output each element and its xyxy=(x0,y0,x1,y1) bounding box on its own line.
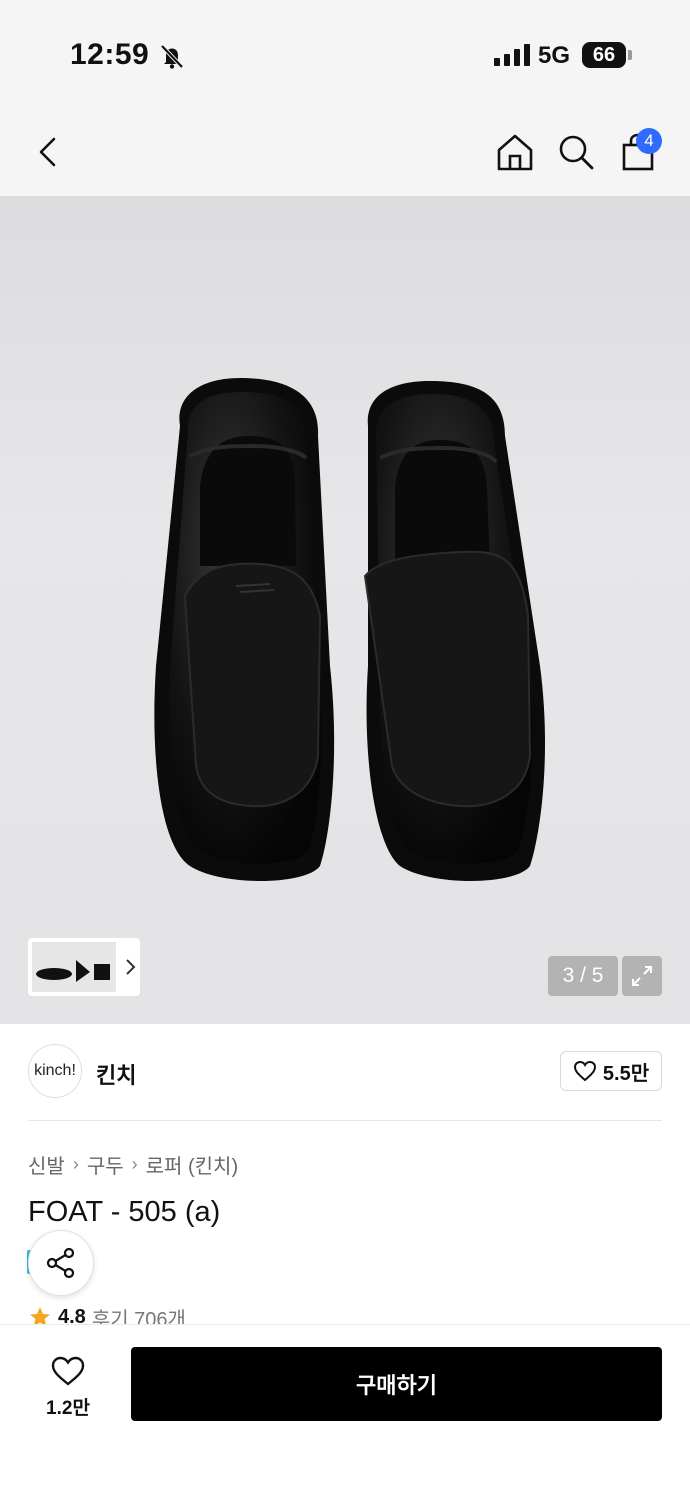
brand-like-button[interactable]: 5.5만 xyxy=(560,1051,662,1091)
share-icon xyxy=(46,1247,75,1279)
breadcrumb-item-loafer[interactable]: 로퍼 (킨치) xyxy=(146,1150,238,1179)
battery-icon: 66 xyxy=(582,42,626,68)
chevron-right-icon: › xyxy=(72,1154,79,1174)
heart-icon xyxy=(573,1060,596,1082)
like-button[interactable]: 1.2만 xyxy=(30,1349,106,1425)
share-button[interactable] xyxy=(28,1230,94,1296)
breadcrumb-item-shoes[interactable]: 신발 xyxy=(28,1150,65,1179)
network-type: 5G xyxy=(538,42,571,69)
brand-logo[interactable]: kinch! xyxy=(28,1044,82,1098)
product-image xyxy=(154,378,546,881)
divider xyxy=(28,1120,662,1121)
top-nav xyxy=(0,110,690,196)
search-button[interactable] xyxy=(552,128,600,176)
home-icon xyxy=(497,134,533,171)
brand-name[interactable]: 킨치 xyxy=(96,1058,136,1090)
cart-count-badge: 4 xyxy=(636,128,662,154)
thumbnail-image xyxy=(32,942,116,992)
status-bar: 12:59 5G 66 xyxy=(0,0,690,110)
expand-icon xyxy=(632,966,652,986)
bottom-action-bar: 1.2만 구매하기 xyxy=(0,1324,690,1500)
battery-cap xyxy=(628,50,632,60)
buy-button[interactable]: 구매하기 xyxy=(131,1347,662,1421)
brand-like-count: 5.5만 xyxy=(602,1062,650,1085)
image-counter: 3 / 5 xyxy=(548,956,618,996)
bell-slash-icon xyxy=(160,44,184,69)
cellular-signal-icon xyxy=(494,44,530,66)
back-button[interactable] xyxy=(24,128,72,176)
search-icon xyxy=(559,135,594,170)
product-image-gallery[interactable]: 3 / 5 xyxy=(0,196,690,1024)
chevron-right-icon xyxy=(126,959,136,975)
home-button[interactable] xyxy=(491,128,539,176)
breadcrumb-item-dress-shoes[interactable]: 구두 xyxy=(87,1150,124,1179)
breadcrumb: 신발 › 구두 › 로퍼 (킨치) xyxy=(28,1150,238,1179)
status-time: 12:59 xyxy=(70,38,150,71)
back-icon xyxy=(39,137,56,167)
product-title: FOAT - 505 (a) xyxy=(28,1196,221,1228)
heart-icon xyxy=(51,1356,85,1386)
like-count: 1.2만 xyxy=(46,1397,90,1419)
thumbnail-strip[interactable] xyxy=(28,938,140,996)
expand-button[interactable] xyxy=(622,956,662,996)
chevron-right-icon: › xyxy=(131,1154,138,1174)
